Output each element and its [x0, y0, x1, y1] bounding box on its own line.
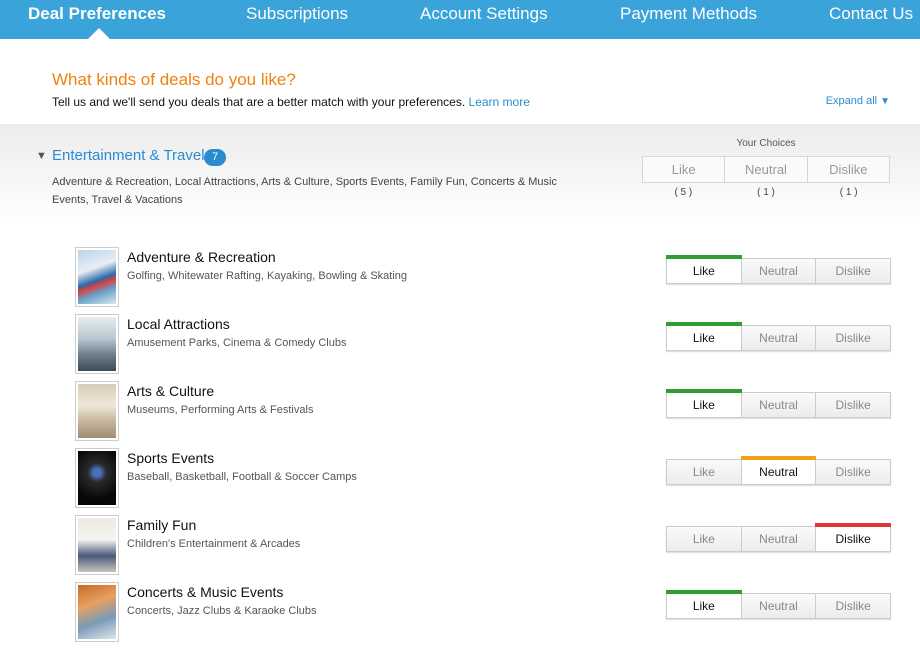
- category-thumbnail: [75, 381, 119, 441]
- summary-neutral: Neutral: [724, 157, 806, 182]
- category-thumbnail: [75, 247, 119, 307]
- row-title: Adventure & Recreation: [127, 249, 276, 265]
- choices-summary-counts: ( 5 ) ( 1 ) ( 1 ): [642, 187, 890, 198]
- summary-dislike: Dislike: [806, 157, 889, 182]
- dislike-button[interactable]: Dislike: [815, 326, 890, 350]
- preference-choice-group: Like Neutral Dislike: [666, 456, 891, 485]
- row-subtitle: Museums, Performing Arts & Festivals: [127, 404, 314, 416]
- category-thumbnail: [75, 448, 119, 508]
- row-title: Concerts & Music Events: [127, 584, 284, 600]
- dislike-button[interactable]: Dislike: [815, 594, 890, 618]
- concert-photo: [78, 585, 116, 639]
- like-button[interactable]: Like: [667, 460, 741, 484]
- row-title: Local Attractions: [127, 316, 230, 332]
- tab-account-settings[interactable]: Account Settings: [420, 0, 548, 39]
- neutral-button[interactable]: Neutral: [740, 456, 817, 484]
- dislike-button[interactable]: Dislike: [815, 460, 890, 484]
- summary-like: Like: [671, 162, 696, 177]
- top-nav: Deal Preferences Subscriptions Account S…: [0, 0, 920, 39]
- row-subtitle: Amusement Parks, Cinema & Comedy Clubs: [127, 337, 347, 349]
- like-button[interactable]: Like: [666, 322, 742, 350]
- preference-row: Concerts & Music Events Concerts, Jazz Cl…: [0, 582, 920, 646]
- row-title: Family Fun: [127, 517, 197, 533]
- dislike-button[interactable]: Dislike: [815, 393, 890, 417]
- row-subtitle: Children's Entertainment & Arcades: [127, 538, 301, 550]
- family-photo: [78, 518, 116, 572]
- row-subtitle: Baseball, Basketball, Football & Soccer …: [127, 471, 357, 483]
- category-title[interactable]: Entertainment & Travel: [52, 147, 205, 164]
- row-subtitle: Concerts, Jazz Clubs & Karaoke Clubs: [127, 605, 317, 617]
- preference-row: Arts & Culture Museums, Performing Arts &…: [0, 381, 920, 445]
- like-button[interactable]: Like: [666, 389, 742, 417]
- neutral-button[interactable]: Neutral: [740, 259, 816, 283]
- intro-description: Tell us and we'll send you deals that ar…: [52, 95, 466, 109]
- preference-choice-group: Like Neutral Dislike: [666, 322, 891, 351]
- soccer-player-photo: [78, 451, 116, 505]
- ferris-wheel-photo: [78, 317, 116, 371]
- expand-all-link[interactable]: Expand all ▼: [826, 95, 890, 107]
- choices-summary: Like Neutral Dislike: [642, 156, 890, 183]
- dislike-button[interactable]: Dislike: [815, 523, 891, 551]
- like-button[interactable]: Like: [666, 255, 742, 283]
- dancer-photo: [78, 384, 116, 438]
- kayaker-photo: [78, 250, 116, 304]
- neutral-button[interactable]: Neutral: [740, 594, 816, 618]
- neutral-button[interactable]: Neutral: [740, 393, 816, 417]
- preference-row: Adventure & Recreation Golfing, Whitewate…: [0, 247, 920, 311]
- row-title: Arts & Culture: [127, 383, 215, 399]
- preference-row: Sports Events Baseball, Basketball, Footb…: [0, 448, 920, 512]
- neutral-button[interactable]: Neutral: [740, 527, 816, 551]
- row-title: Sports Events: [127, 450, 215, 466]
- category-count-badge: 7: [204, 149, 226, 166]
- learn-more-link[interactable]: Learn more: [469, 95, 530, 109]
- preference-choice-group: Like Neutral Dislike: [666, 590, 891, 619]
- preference-choice-group: Like Neutral Dislike: [666, 255, 891, 284]
- summary-like-count: ( 5 ): [674, 187, 693, 198]
- page-title: What kinds of deals do you like?: [52, 70, 296, 89]
- expand-all-label: Expand all: [825, 95, 878, 107]
- tab-subscriptions[interactable]: Subscriptions: [246, 0, 348, 39]
- preference-choice-group: Like Neutral Dislike: [666, 523, 891, 552]
- collapse-triangle-icon[interactable]: ▼: [36, 150, 47, 162]
- intro-text: Tell us and we'll send you deals that ar…: [52, 95, 530, 109]
- category-thumbnail: [75, 314, 119, 374]
- dislike-button[interactable]: Dislike: [815, 259, 890, 283]
- neutral-button[interactable]: Neutral: [740, 326, 816, 350]
- summary-dislike-count: ( 1 ): [839, 187, 858, 198]
- like-button[interactable]: Like: [666, 590, 742, 618]
- preference-row: Family Fun Children's Entertainment & Arc…: [0, 515, 920, 579]
- row-subtitle: Golfing, Whitewater Rafting, Kayaking, B…: [127, 270, 408, 282]
- tab-payment-methods[interactable]: Payment Methods: [620, 0, 757, 39]
- tab-contact-us[interactable]: Contact Us: [829, 0, 913, 39]
- your-choices-label: Your Choices: [736, 138, 796, 149]
- preference-row: Local Attractions Amusement Parks, Cinema…: [0, 314, 920, 378]
- triangle-down-icon: ▼: [880, 96, 890, 107]
- active-tab-indicator: [88, 28, 110, 39]
- preference-choice-group: Like Neutral Dislike: [666, 389, 891, 418]
- category-subtitle: Adventure & Recreation, Local Attraction…: [52, 176, 557, 206]
- category-thumbnail: [75, 582, 119, 642]
- category-thumbnail: [75, 515, 119, 575]
- summary-neutral-count: ( 1 ): [757, 187, 775, 198]
- like-button[interactable]: Like: [667, 527, 741, 551]
